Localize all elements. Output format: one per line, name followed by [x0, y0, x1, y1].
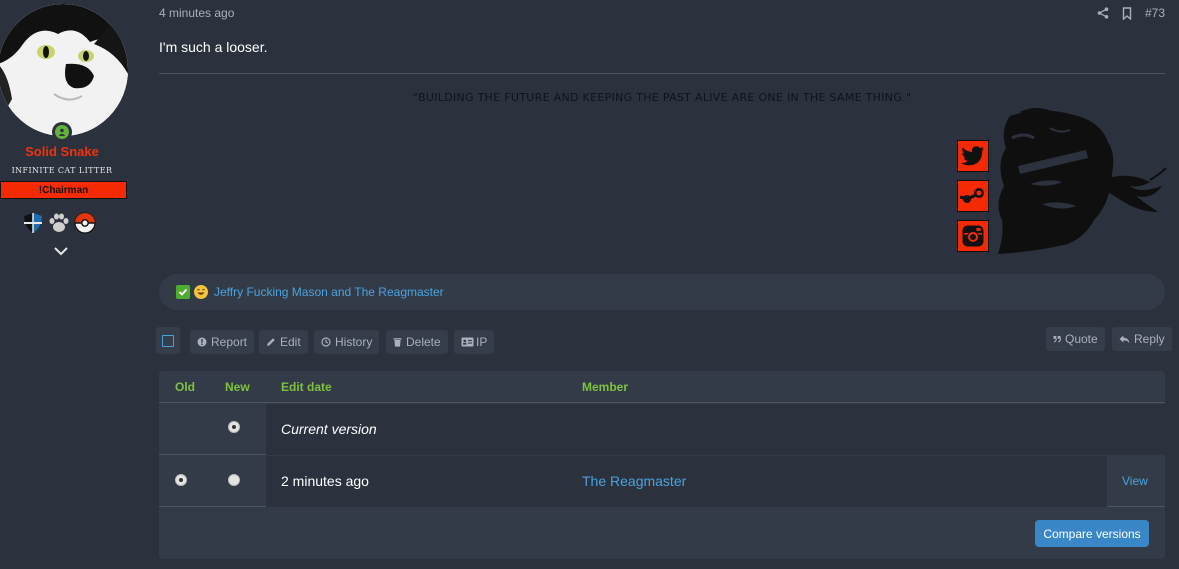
- shield-icon[interactable]: [22, 212, 44, 234]
- alert-icon: [197, 337, 207, 347]
- post-number[interactable]: #73: [1145, 6, 1165, 20]
- reply-button[interactable]: Reply: [1112, 327, 1172, 351]
- banner-label: Chairman: [42, 184, 89, 196]
- pokeball-icon[interactable]: [74, 212, 96, 234]
- reaction-names-link[interactable]: Jeffry Fucking Mason and The Reagmaster: [214, 285, 444, 299]
- twitter-icon[interactable]: [957, 140, 989, 172]
- signature-divider: [159, 73, 1165, 74]
- quote-icon: [1053, 336, 1061, 343]
- select-post-checkbox[interactable]: [156, 327, 180, 354]
- new-version-radio[interactable]: [228, 474, 240, 486]
- column-old: Old: [175, 380, 195, 394]
- laugh-reaction-icon: [194, 285, 208, 299]
- post-header-actions: #73: [1097, 6, 1165, 20]
- column-new: New: [225, 380, 250, 394]
- report-label: Report: [211, 335, 248, 349]
- share-icon[interactable]: [1097, 7, 1109, 19]
- signature-snake-image: [998, 108, 1167, 254]
- edit-label: Edit: [280, 335, 301, 349]
- post-date[interactable]: 4 minutes ago: [159, 6, 234, 20]
- bookmark-icon[interactable]: [1121, 6, 1133, 20]
- ip-button[interactable]: IP: [454, 330, 495, 354]
- user-avatar[interactable]: [0, 4, 128, 136]
- reactions-bar[interactable]: Jeffry Fucking Mason and The Reagmaster: [159, 274, 1165, 310]
- member-link[interactable]: The Reagmaster: [582, 473, 686, 489]
- column-edit-date: Edit date: [281, 380, 332, 394]
- table-row: 2 minutes ago The Reagmaster View: [159, 456, 1165, 507]
- user-icon: [58, 128, 66, 136]
- edit-date-cell: 2 minutes ago: [281, 473, 369, 489]
- history-label: History: [335, 335, 373, 349]
- edit-date-cell: Current version: [281, 421, 377, 437]
- table-header: Old New Edit date Member: [159, 371, 1165, 403]
- view-link[interactable]: View: [1122, 474, 1148, 488]
- history-icon: [321, 337, 331, 347]
- signature-quote: "BUILDING THE FUTURE AND KEEPING THE PAS…: [412, 91, 912, 104]
- pencil-icon: [267, 338, 275, 346]
- old-version-radio[interactable]: [175, 474, 187, 486]
- reply-label: Reply: [1134, 332, 1165, 346]
- ip-label: IP: [476, 335, 488, 349]
- table-row: Current version: [159, 404, 1165, 455]
- reply-icon: [1119, 335, 1130, 343]
- trophy-list: [22, 212, 96, 234]
- user-banner: ! Chairman: [0, 181, 127, 199]
- quote-button[interactable]: Quote: [1046, 327, 1105, 351]
- delete-button[interactable]: Delete: [386, 330, 448, 354]
- paw-icon[interactable]: [48, 212, 70, 234]
- online-status-indicator: [52, 122, 72, 142]
- trash-icon: [393, 338, 402, 347]
- compare-versions-button[interactable]: Compare versions: [1035, 520, 1149, 547]
- id-card-icon: [461, 337, 474, 347]
- edit-history-table: Old New Edit date Member Current version…: [159, 371, 1165, 559]
- report-button[interactable]: Report: [190, 330, 255, 354]
- quote-label: Quote: [1065, 332, 1098, 346]
- delete-label: Delete: [406, 335, 441, 349]
- post-message: I'm such a looser.: [159, 39, 268, 55]
- edit-button[interactable]: Edit: [259, 330, 308, 354]
- username[interactable]: Solid Snake: [0, 144, 124, 159]
- user-title: INFINITE CAT LITTER: [11, 166, 113, 175]
- user-sidebar: Solid Snake INFINITE CAT LITTER ! Chairma…: [0, 0, 128, 569]
- checkmark-reaction-icon: [176, 285, 190, 299]
- chevron-down-icon[interactable]: [53, 245, 69, 257]
- steam-icon[interactable]: [957, 180, 989, 212]
- new-version-radio[interactable]: [228, 421, 240, 433]
- history-button[interactable]: History: [314, 330, 380, 354]
- column-member: Member: [582, 380, 629, 394]
- instagram-icon[interactable]: [957, 220, 989, 252]
